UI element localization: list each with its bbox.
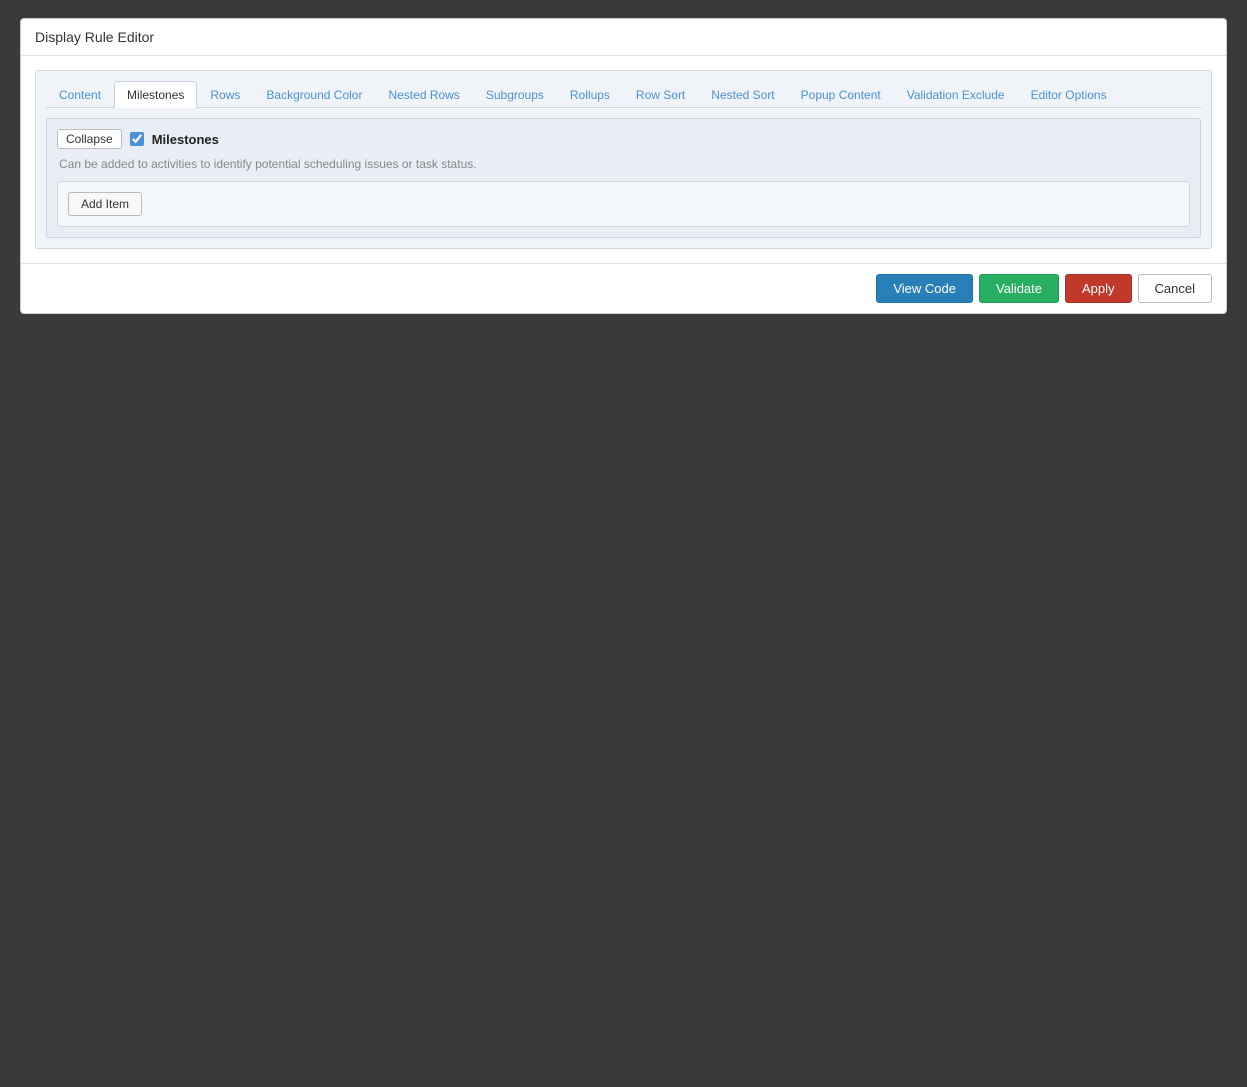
tabs-nav: ContentMilestonesRowsBackground ColorNes… <box>46 81 1201 108</box>
section-header: Collapse Milestones <box>57 129 1190 149</box>
tab-background-color[interactable]: Background Color <box>253 81 375 108</box>
milestones-section: Collapse Milestones Can be added to acti… <box>46 118 1201 238</box>
validate-button[interactable]: Validate <box>979 274 1059 303</box>
dialog: Display Rule Editor ContentMilestonesRow… <box>20 18 1227 314</box>
tab-nested-sort[interactable]: Nested Sort <box>698 81 787 108</box>
dialog-body: ContentMilestonesRowsBackground ColorNes… <box>21 56 1226 263</box>
page-background: Display Rule Editor ContentMilestonesRow… <box>0 0 1247 334</box>
tab-popup-content[interactable]: Popup Content <box>788 81 894 108</box>
view-code-button[interactable]: View Code <box>876 274 973 303</box>
milestones-content: Add Item <box>57 181 1190 227</box>
apply-button[interactable]: Apply <box>1065 274 1132 303</box>
tab-validation-exclude[interactable]: Validation Exclude <box>894 81 1018 108</box>
tab-content[interactable]: Content <box>46 81 114 108</box>
tab-nested-rows[interactable]: Nested Rows <box>375 81 472 108</box>
dialog-title: Display Rule Editor <box>35 29 154 45</box>
tab-subgroups[interactable]: Subgroups <box>473 81 557 108</box>
tab-rows[interactable]: Rows <box>197 81 253 108</box>
milestones-checkbox[interactable] <box>130 132 144 146</box>
tab-row-sort[interactable]: Row Sort <box>623 81 698 108</box>
milestones-title: Milestones <box>152 132 219 147</box>
collapse-button[interactable]: Collapse <box>57 129 122 149</box>
dialog-title-bar: Display Rule Editor <box>21 19 1226 56</box>
cancel-button[interactable]: Cancel <box>1138 274 1212 303</box>
tab-rollups[interactable]: Rollups <box>557 81 623 108</box>
tab-editor-options[interactable]: Editor Options <box>1018 81 1120 108</box>
tabs-panel: ContentMilestonesRowsBackground ColorNes… <box>35 70 1212 249</box>
add-item-button[interactable]: Add Item <box>68 192 142 216</box>
milestones-description: Can be added to activities to identify p… <box>57 157 1190 171</box>
tab-milestones[interactable]: Milestones <box>114 81 197 108</box>
dialog-footer: View Code Validate Apply Cancel <box>21 263 1226 313</box>
